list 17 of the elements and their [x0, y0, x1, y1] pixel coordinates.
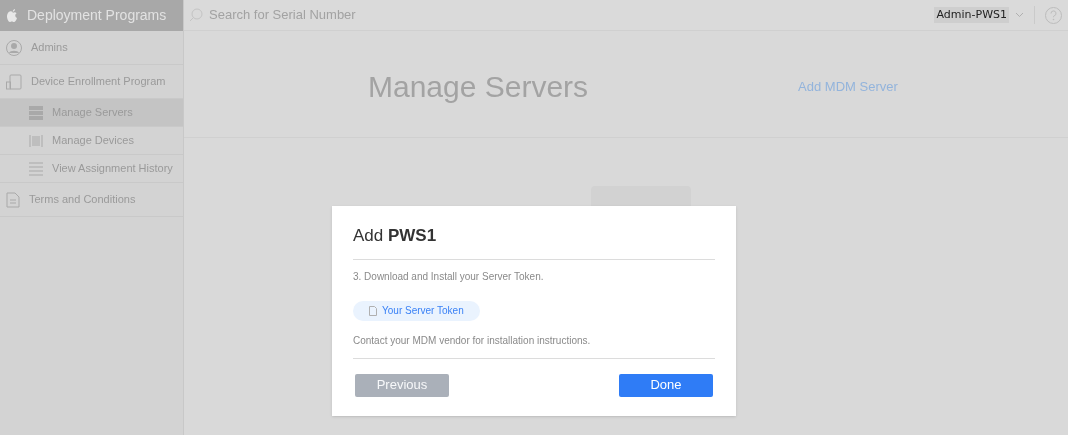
add-server-link[interactable]: Add MDM Server [798, 76, 898, 97]
token-button[interactable]: Your Server Token [353, 300, 480, 321]
account-name[interactable]: Admin-PWS1 [934, 6, 1009, 24]
tablet-icon [6, 73, 22, 90]
apple-icon [7, 8, 19, 23]
document-icon [369, 305, 377, 316]
step-text: 3. Download and Install your Server Token. [353, 269, 545, 284]
dialog-title: Add PWS1 [353, 225, 438, 247]
help-icon[interactable] [1045, 6, 1062, 24]
caret-icon[interactable] [1015, 12, 1024, 18]
sidebar-title: Deployment Programs [27, 6, 167, 25]
done-button[interactable]: Done [619, 373, 713, 397]
search-input[interactable]: Search for Serial Number [209, 5, 509, 25]
note-text: Contact your MDM vendor for installation instructions. [353, 333, 592, 348]
document-icon [6, 191, 20, 208]
server-rack-icon [29, 105, 43, 120]
person-icon [6, 39, 22, 56]
